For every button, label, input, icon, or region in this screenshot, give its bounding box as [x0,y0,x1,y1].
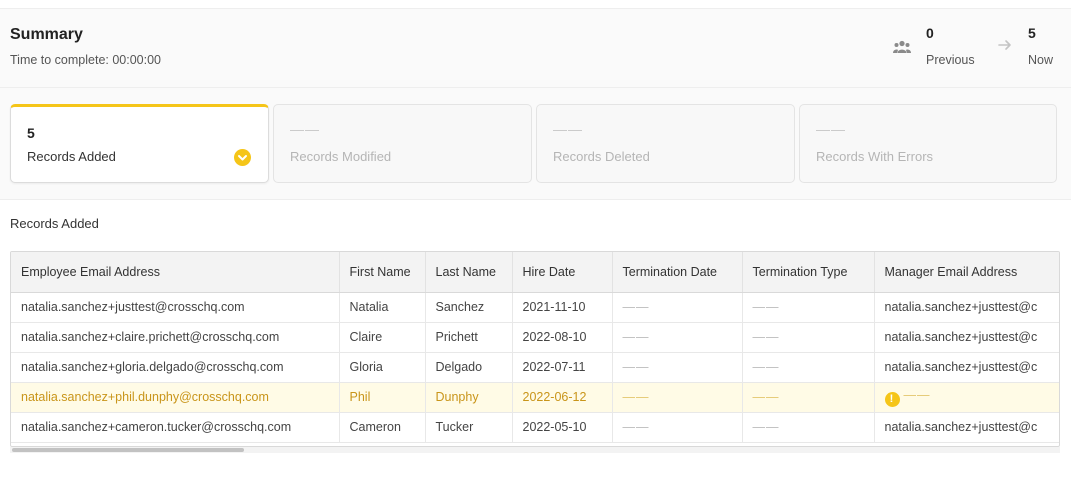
check-circle-icon [234,149,251,166]
column-header[interactable]: Last Name [425,252,513,293]
table-cell: Claire [339,322,426,353]
table-cell: Phil [339,382,426,413]
table-cell: 2022-05-10 [512,412,613,443]
table-cell: natalia.sanchez+justtest@c [874,292,1059,323]
column-header[interactable]: Termination Date [612,252,743,293]
table-cell: 2021-11-10 [512,292,613,323]
card-value: —— [553,121,583,137]
table-cell: Sanchez [425,292,513,323]
table-cell: —— [742,382,875,413]
section-title: Records Added [10,216,99,231]
table-cell: natalia.sanchez+gloria.delgado@crosschq.… [11,352,340,383]
now-label: Now [1028,53,1054,67]
table-cell: natalia.sanchez+cameron.tucker@crosschq.… [11,412,340,443]
card-records-with-errors[interactable]: —— Records With Errors [799,104,1057,183]
table-cell: —— [612,412,743,443]
column-header[interactable]: Manager Email Address [874,252,1059,293]
people-icon [893,40,911,53]
table-cell: natalia.sanchez+justtest@c [874,412,1059,443]
table-cell: natalia.sanchez+justtest@c [874,322,1059,353]
arrow-right-icon [998,40,1011,50]
table-cell: 2022-08-10 [512,322,613,353]
card-records-modified[interactable]: —— Records Modified [273,104,532,183]
table-cell-value: —— [903,387,931,402]
table-cell: 2022-07-11 [512,352,613,383]
table-row[interactable]: natalia.sanchez+justtest@crosschq.com Na… [11,292,1059,323]
table-row[interactable]: natalia.sanchez+claire.prichett@crosschq… [11,322,1059,353]
table-header-row: Employee Email Address First Name Last N… [11,252,1059,293]
previous-label: Previous [926,53,975,67]
table-cell: —— [612,382,743,413]
summary-header: Summary Time to complete: 00:00:00 0 Pre… [0,8,1071,88]
table-cell: —— [742,412,875,443]
card-value: —— [816,121,846,137]
card-label: Records With Errors [816,149,934,164]
table-cell: natalia.sanchez+claire.prichett@crosschq… [11,322,340,353]
column-header[interactable]: Termination Type [742,252,875,293]
scrollbar-thumb[interactable] [12,448,244,452]
table-cell: Delgado [425,352,513,383]
table-row[interactable]: natalia.sanchez+gloria.delgado@crosschq.… [11,352,1059,383]
summary-title: Summary [10,26,83,43]
stats-cards: 5 Records Added —— Records Modified —— R… [0,88,1071,200]
card-label: Records Added [27,149,116,164]
table-cell: Cameron [339,412,426,443]
table-cell: —— [742,292,875,323]
table-cell: —— [612,292,743,323]
table-cell: 2022-06-12 [512,382,613,413]
card-label: Records Deleted [553,149,650,164]
table-cell: —— [742,352,875,383]
card-records-deleted[interactable]: —— Records Deleted [536,104,795,183]
previous-count: 0 [926,25,934,41]
table-cell: —— [742,322,875,353]
table-row-warning[interactable]: natalia.sanchez+phil.dunphy@crosschq.com… [11,382,1059,413]
column-header[interactable]: First Name [339,252,426,293]
time-to-complete: Time to complete: 00:00:00 [10,53,162,67]
column-header[interactable]: Employee Email Address [11,252,340,293]
table-cell: Tucker [425,412,513,443]
card-records-added[interactable]: 5 Records Added [10,104,269,183]
table-cell: Gloria [339,352,426,383]
warning-icon[interactable]: ! [884,391,900,407]
table-cell-warning: ! —— [874,382,1059,413]
card-label: Records Modified [290,149,392,164]
table-row[interactable]: natalia.sanchez+cameron.tucker@crosschq.… [11,412,1059,443]
table-cell: natalia.sanchez+phil.dunphy@crosschq.com [11,382,340,413]
table-cell: natalia.sanchez+justtest@c [874,352,1059,383]
table-cell: Dunphy [425,382,513,413]
table-cell: natalia.sanchez+justtest@crosschq.com [11,292,340,323]
now-count: 5 [1028,25,1036,41]
table-cell: —— [612,352,743,383]
horizontal-scrollbar[interactable] [10,447,1060,453]
records-table: Employee Email Address First Name Last N… [10,251,1060,447]
table-cell: Prichett [425,322,513,353]
table-cell: —— [612,322,743,353]
column-header[interactable]: Hire Date [512,252,613,293]
card-value: —— [290,121,320,137]
table-cell: Natalia [339,292,426,323]
card-value: 5 [27,125,35,141]
